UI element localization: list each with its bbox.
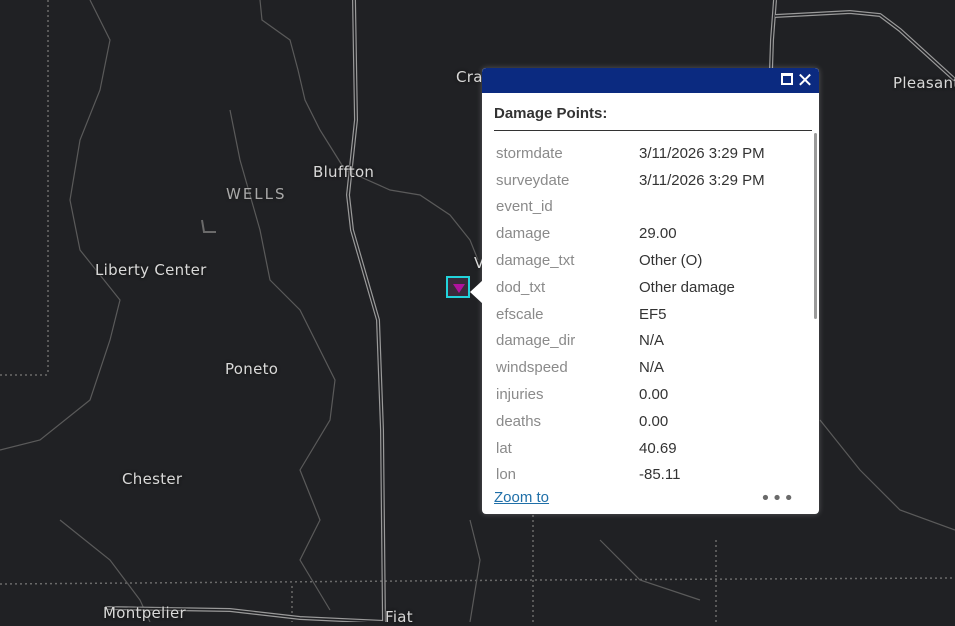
attribute-key: dod_txt [496,278,546,296]
popup-title: Damage Points: [494,105,608,122]
place-label-chester: Chester [122,470,183,488]
title-divider [494,130,812,131]
attribute-value: N/A [639,359,665,377]
attribute-key: event_id [496,198,553,216]
attribute-key: damage_dir [496,332,576,350]
attribute-key: damage_txt [496,252,575,270]
popup-header: ✕ [482,68,819,93]
attribute-key: lon [496,466,517,484]
close-icon[interactable]: ✕ [795,68,815,92]
attribute-key: deaths [496,412,542,430]
attribute-key: lat [496,439,512,457]
county-label-wells: WELLS [226,185,287,203]
popup-scrollbar[interactable] [814,133,817,319]
attribute-value [639,194,765,221]
attribute-value: EF5 [639,305,667,323]
place-label-pleasant: Pleasant [893,74,955,92]
attribute-key: injuries [496,386,544,404]
attribute-row: dod_txt Other damage [496,274,765,301]
place-label-bluffton: Bluffton [313,163,375,181]
attribute-value: Other (O) [639,252,703,270]
maximize-icon[interactable] [781,73,793,85]
place-label-liberty-center: Liberty Center [95,261,207,279]
attribute-value: 3/11/2026 3:29 PM [639,144,765,162]
attribute-value: -85.11 [639,466,681,484]
attribute-key: surveydate [496,171,570,189]
attribute-row: damage 29.00 [496,220,765,247]
attribute-row: windspeed N/A [496,354,765,381]
attribute-row: stormdate 3/11/2026 3:29 PM [496,140,765,167]
attribute-row: injuries 0.00 [496,381,765,408]
attribute-value: Other damage [639,278,735,296]
attribute-value: 29.00 [639,225,677,243]
attribute-row: deaths 0.00 [496,408,765,435]
attribute-value: 3/11/2026 3:29 PM [639,171,765,189]
zoom-to-link[interactable]: Zoom to [494,489,549,506]
attribute-table: stormdate 3/11/2026 3:29 PM surveydate 3/1… [496,140,765,488]
attribute-key: windspeed [496,359,568,377]
place-label-fiat: Fiat [385,608,413,626]
attribute-row: surveydate 3/11/2026 3:29 PM [496,167,765,194]
attribute-row: damage_txt Other (O) [496,247,765,274]
attribute-row: lat 40.69 [496,435,765,462]
attribute-row: lon -85.11 [496,462,765,488]
attribute-value: 0.00 [639,412,669,430]
attribute-key: stormdate [496,144,563,162]
triangle-symbol-icon [453,284,465,293]
attribute-row: event_id [496,194,765,221]
attribute-value: 40.69 [639,439,677,457]
more-actions-icon[interactable]: ••• [760,488,795,509]
attribute-key: damage [496,225,551,243]
damage-popup: ✕ Damage Points: stormdate 3/11/2026 3:29… [482,68,819,514]
place-label-poneto: Poneto [225,360,279,378]
place-label-cra: Cra [456,68,483,86]
popup-body[interactable]: Damage Points: stormdate 3/11/2026 3:29 P… [482,93,819,488]
attribute-value: 0.00 [639,386,669,404]
attribute-row: efscale EF5 [496,301,765,328]
attribute-row: damage_dir N/A [496,328,765,355]
attribute-value: N/A [639,332,665,350]
place-label-montpelier: Montpelier [103,604,186,622]
attribute-key: efscale [496,305,544,323]
damage-point-marker[interactable] [446,276,470,298]
